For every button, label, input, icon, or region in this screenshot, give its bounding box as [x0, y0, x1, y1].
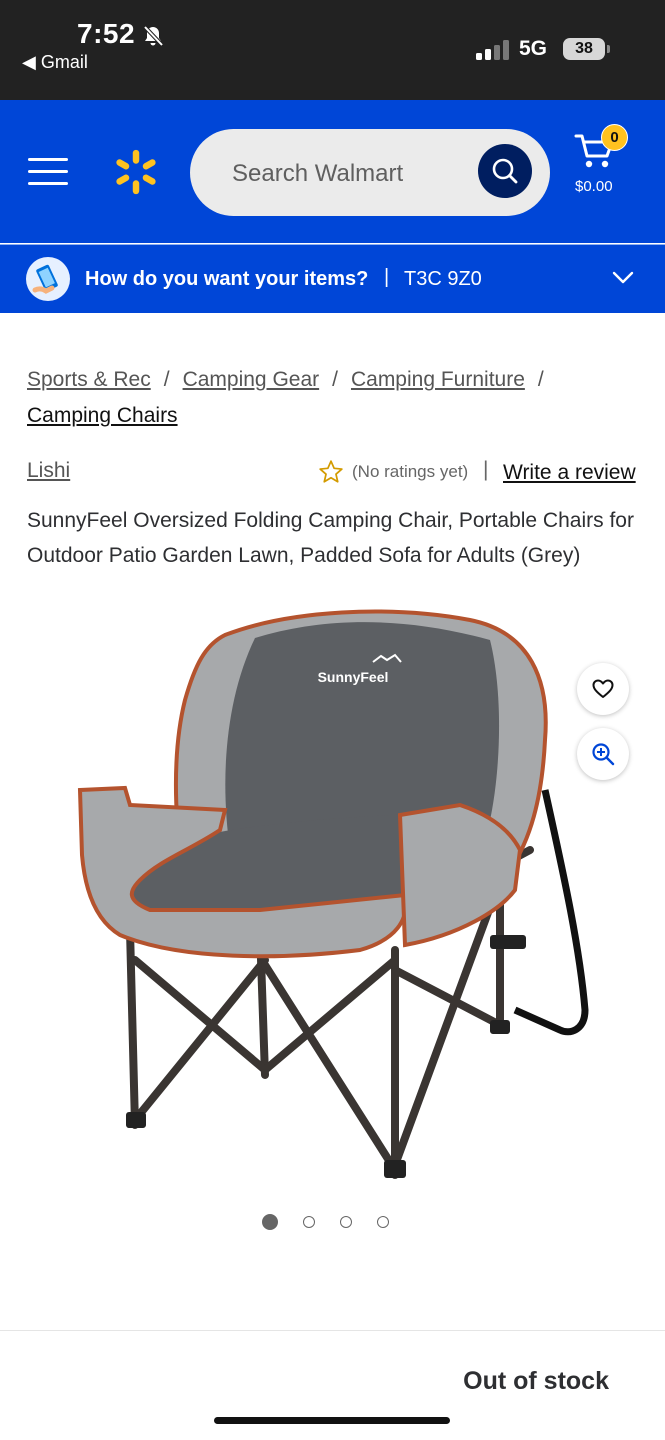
search-button[interactable] — [478, 144, 532, 198]
back-to-app-link[interactable]: ◀ Gmail — [22, 52, 88, 73]
cart-button[interactable]: 0 $0.00 — [570, 124, 640, 204]
search-bar — [190, 129, 550, 218]
battery-tip — [607, 45, 610, 53]
zoom-button[interactable] — [577, 728, 629, 780]
breadcrumb-link-camping-chairs[interactable]: Camping Chairs — [27, 404, 178, 427]
hamburger-icon — [28, 158, 68, 161]
rating-separator: | — [483, 458, 489, 481]
favorite-button[interactable] — [577, 663, 629, 715]
availability-status: Out of stock — [463, 1367, 609, 1395]
product-title: SunnyFeel Oversized Folding Camping Chai… — [27, 509, 634, 567]
rating-summary[interactable]: (No ratings yet) — [318, 459, 468, 485]
heart-icon — [592, 679, 614, 698]
status-bar: 7:52 ◀ Gmail 5G 38 — [0, 0, 665, 100]
rating-text: (No ratings yet) — [352, 462, 469, 481]
breadcrumb-link-sports[interactable]: Sports & Rec — [27, 368, 151, 391]
delivery-selector[interactable]: How do you want your items? | T3C 9Z0 — [0, 244, 665, 313]
star-icon — [319, 460, 343, 483]
site-header: 0 $0.00 — [0, 100, 665, 243]
carousel-dot[interactable] — [340, 1216, 352, 1228]
divider — [0, 1330, 665, 1331]
breadcrumb-separator: / — [537, 368, 544, 391]
delivery-separator: | — [384, 266, 390, 288]
cart-total: $0.00 — [575, 178, 613, 195]
menu-button[interactable] — [28, 158, 68, 188]
bell-muted-icon — [143, 25, 164, 47]
product-image[interactable]: SunnyFeel — [60, 590, 605, 1195]
image-carousel-dots — [262, 1214, 389, 1230]
breadcrumb-separator: / — [163, 368, 170, 391]
home-indicator[interactable] — [214, 1417, 450, 1424]
delivery-method-icon — [26, 257, 70, 301]
walmart-spark-icon[interactable] — [112, 146, 160, 198]
search-icon — [492, 158, 518, 184]
carousel-dot[interactable] — [262, 1214, 278, 1230]
network-type: 5G — [519, 37, 548, 60]
zoom-in-icon — [592, 743, 615, 766]
chevron-down-icon — [612, 271, 634, 284]
postal-code: T3C 9Z0 — [404, 268, 482, 290]
image-logo: SunnyFeel — [318, 669, 389, 685]
signal-icon — [476, 40, 509, 60]
breadcrumb-separator: / — [332, 368, 338, 391]
breadcrumb-link-camping-furniture[interactable]: Camping Furniture — [351, 368, 525, 391]
delivery-question: How do you want your items? — [85, 268, 369, 290]
status-time: 7:52 — [77, 18, 136, 49]
battery-indicator: 38 — [563, 38, 605, 60]
write-review-link[interactable]: Write a review — [503, 461, 636, 485]
breadcrumb: Sports & Rec / Camping Gear / Camping Furnit… — [27, 362, 647, 434]
carousel-dot[interactable] — [377, 1216, 389, 1228]
search-input[interactable] — [230, 129, 474, 218]
brand-link[interactable]: Lishi — [27, 459, 70, 483]
carousel-dot[interactable] — [303, 1216, 315, 1228]
cart-count-badge: 0 — [601, 124, 628, 151]
breadcrumb-link-camping-gear[interactable]: Camping Gear — [183, 368, 320, 391]
